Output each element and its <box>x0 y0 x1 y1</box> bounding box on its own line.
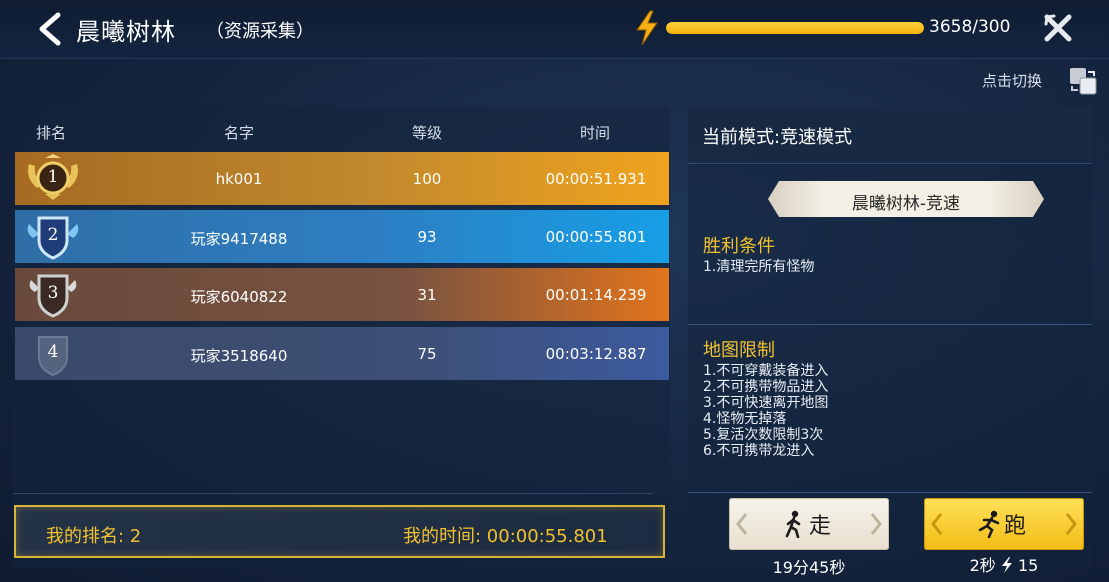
my-rank: 我的排名: 2 <box>46 526 142 547</box>
player-name: 玩家6040822 <box>190 288 288 306</box>
page-subtitle: （资源采集） <box>206 21 314 42</box>
map-name: 晨曦树林-竞速 <box>851 194 961 214</box>
switch-view-icon[interactable] <box>1066 64 1100 98</box>
chevron-right-icon <box>870 513 882 535</box>
player-time: 00:00:51.931 <box>545 170 647 188</box>
restriction-line: 1.不可穿戴装备进入 <box>703 363 829 379</box>
walking-person-icon <box>785 510 801 538</box>
player-time: 00:00:55.801 <box>545 228 647 246</box>
run-time: 2秒 <box>969 556 996 575</box>
restriction-line: 3.不可快速离开地图 <box>703 395 829 411</box>
player-level: 100 <box>412 170 442 188</box>
divider <box>688 324 1092 325</box>
map-name-banner: 晨曦树林-竞速 <box>768 181 1044 217</box>
restriction-line: 5.复活次数限制3次 <box>703 427 824 443</box>
restriction-line: 2.不可携带物品进入 <box>703 379 829 395</box>
top-bar: 晨曦树林 （资源采集） 3658/300 <box>0 0 1109 59</box>
rank-number: 4 <box>47 342 59 362</box>
restriction-line: 6.不可携带龙进入 <box>703 443 815 459</box>
page-title: 晨曦树林 <box>76 18 176 46</box>
mode-header: 当前模式:竞速模式 <box>688 107 1092 164</box>
player-level: 93 <box>417 228 437 246</box>
player-time: 00:01:14.239 <box>545 286 647 304</box>
header-name: 名字 <box>223 124 255 142</box>
back-arrow-icon[interactable] <box>36 12 66 46</box>
victory-title: 胜利条件 <box>703 236 775 257</box>
chevron-left-icon <box>931 513 943 535</box>
walk-label: 走 <box>809 514 832 539</box>
run-button[interactable]: 跑 <box>924 498 1084 550</box>
current-mode: 当前模式:竞速模式 <box>702 127 853 148</box>
ranking-header: 排名 名字 等级 时间 <box>13 120 670 144</box>
restriction-title: 地图限制 <box>703 340 775 361</box>
player-name: hk001 <box>215 170 263 188</box>
walk-time: 19分45秒 <box>772 558 846 577</box>
run-cost: 15 <box>1018 556 1039 575</box>
running-person-icon <box>978 510 1000 538</box>
ranking-row[interactable]: 2 玩家9417488 93 00:00:55.801 <box>15 210 669 263</box>
close-icon[interactable] <box>1042 12 1074 44</box>
player-name: 玩家9417488 <box>190 230 288 248</box>
player-level: 75 <box>417 345 437 363</box>
player-level: 31 <box>417 286 437 304</box>
victory-line: 1.清理完所有怪物 <box>703 259 815 275</box>
lightning-icon <box>1001 557 1012 573</box>
switch-view-label[interactable]: 点击切换 <box>982 70 1042 91</box>
walk-button[interactable]: 走 <box>729 498 889 550</box>
header-level: 等级 <box>411 124 443 142</box>
ranking-row[interactable]: 3 玩家6040822 31 00:01:14.239 <box>15 268 669 321</box>
divider <box>688 492 1092 493</box>
chevron-right-icon <box>1065 513 1077 535</box>
player-time: 00:03:12.887 <box>545 345 647 363</box>
rank-number: 3 <box>47 283 59 303</box>
run-label: 跑 <box>1004 514 1027 539</box>
header-rank: 排名 <box>35 124 67 142</box>
header-time: 时间 <box>579 124 611 142</box>
player-name: 玩家3518640 <box>190 347 288 365</box>
ranking-row[interactable]: 1 hk001 100 00:00:51.931 <box>15 152 669 205</box>
ranking-row[interactable]: 4 玩家3518640 75 00:03:12.887 <box>15 327 669 380</box>
restriction-line: 4.怪物无掉落 <box>703 411 787 427</box>
energy-bar-fill <box>666 22 924 34</box>
rank-number: 2 <box>47 225 59 245</box>
energy-bar <box>666 22 924 34</box>
rank-number: 1 <box>47 167 59 187</box>
lightning-icon <box>636 10 658 46</box>
chevron-left-icon <box>736 513 748 535</box>
divider <box>13 493 653 494</box>
my-time: 我的时间: 00:00:55.801 <box>403 526 608 547</box>
my-ranking-box: 我的排名: 2 我的时间: 00:00:55.801 <box>14 505 665 558</box>
run-info: 2秒 15 <box>924 552 1084 576</box>
energy-text: 3658/300 <box>929 17 1011 37</box>
